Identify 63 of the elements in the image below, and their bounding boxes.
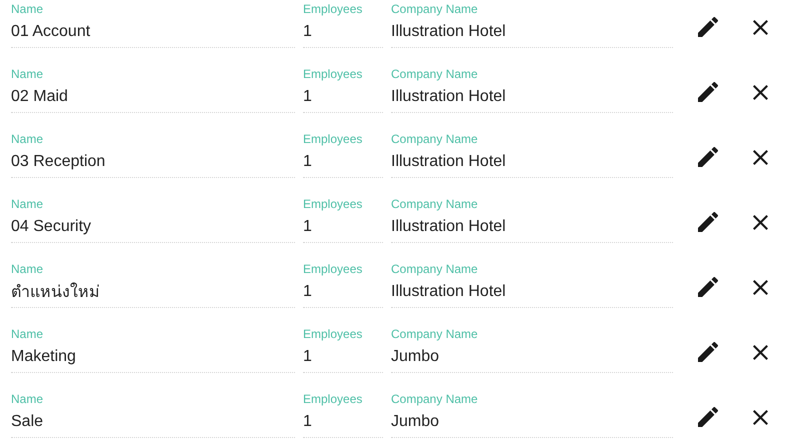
- field-label: Company Name: [391, 392, 479, 406]
- close-icon: [752, 280, 768, 294]
- field-label: Company Name: [391, 262, 479, 276]
- edit-button[interactable]: [696, 275, 720, 299]
- close-icon: [752, 150, 768, 164]
- edit-button[interactable]: [696, 145, 720, 169]
- company-name-field[interactable]: Jumbo: [391, 341, 673, 373]
- employees-field[interactable]: 1: [303, 211, 383, 243]
- edit-button[interactable]: [696, 80, 720, 104]
- employees-field[interactable]: 1: [303, 146, 383, 178]
- field-label: Name: [11, 67, 44, 81]
- name-field[interactable]: 04 Security: [11, 211, 295, 243]
- pencil-icon: [698, 212, 718, 232]
- field-label: Name: [11, 327, 44, 341]
- edit-button[interactable]: [696, 405, 720, 429]
- field-label: Name: [11, 392, 44, 406]
- field-label: Employees: [303, 392, 364, 406]
- company-name-field[interactable]: Jumbo: [391, 406, 673, 438]
- edit-button[interactable]: [696, 15, 720, 39]
- name-field[interactable]: Sale: [11, 406, 295, 438]
- pencil-icon: [698, 407, 718, 427]
- employees-field[interactable]: 1: [303, 341, 383, 373]
- edit-button[interactable]: [696, 210, 720, 234]
- field-label: Name: [11, 262, 44, 276]
- pencil-icon: [698, 277, 718, 297]
- employees-field[interactable]: 1: [303, 81, 383, 113]
- employees-field[interactable]: 1: [303, 16, 383, 48]
- field-label: Employees: [303, 132, 364, 146]
- close-icon: [752, 84, 768, 100]
- field-label: Employees: [303, 197, 364, 211]
- employees-field[interactable]: 1: [303, 276, 383, 308]
- field-label: Company Name: [391, 67, 479, 81]
- name-field[interactable]: Maketing: [11, 341, 295, 373]
- company-name-field[interactable]: Illustration Hotel: [391, 211, 673, 243]
- pencil-icon: [698, 147, 718, 167]
- pencil-icon: [698, 82, 718, 102]
- company-name-field[interactable]: Illustration Hotel: [391, 276, 673, 308]
- pencil-icon: [698, 17, 718, 37]
- name-field[interactable]: 02 Maid: [11, 81, 295, 113]
- close-icon: [752, 344, 768, 360]
- close-icon: [752, 410, 768, 424]
- company-name-field[interactable]: Illustration Hotel: [391, 16, 673, 48]
- field-label: Company Name: [391, 132, 479, 146]
- field-label: Company Name: [391, 2, 479, 16]
- company-name-field[interactable]: Illustration Hotel: [391, 81, 673, 113]
- name-field[interactable]: 01 Account: [11, 16, 295, 48]
- field-label: Name: [11, 197, 44, 211]
- field-label: Employees: [303, 262, 364, 276]
- field-label: Company Name: [391, 197, 479, 211]
- edit-button[interactable]: [696, 340, 720, 364]
- name-field[interactable]: 03 Reception: [11, 146, 295, 178]
- field-label: Employees: [303, 67, 364, 81]
- name-field[interactable]: ตำแหน่งใหม่: [11, 276, 295, 308]
- field-label: Name: [11, 132, 44, 146]
- pencil-icon: [698, 342, 718, 362]
- field-label: Employees: [303, 327, 364, 341]
- field-label: Employees: [303, 2, 364, 16]
- field-label: Company Name: [391, 327, 479, 341]
- field-label: Name: [11, 2, 44, 16]
- company-name-field[interactable]: Illustration Hotel: [391, 146, 673, 178]
- employees-field[interactable]: 1: [303, 406, 383, 438]
- close-icon: [752, 20, 768, 34]
- close-icon: [752, 214, 768, 230]
